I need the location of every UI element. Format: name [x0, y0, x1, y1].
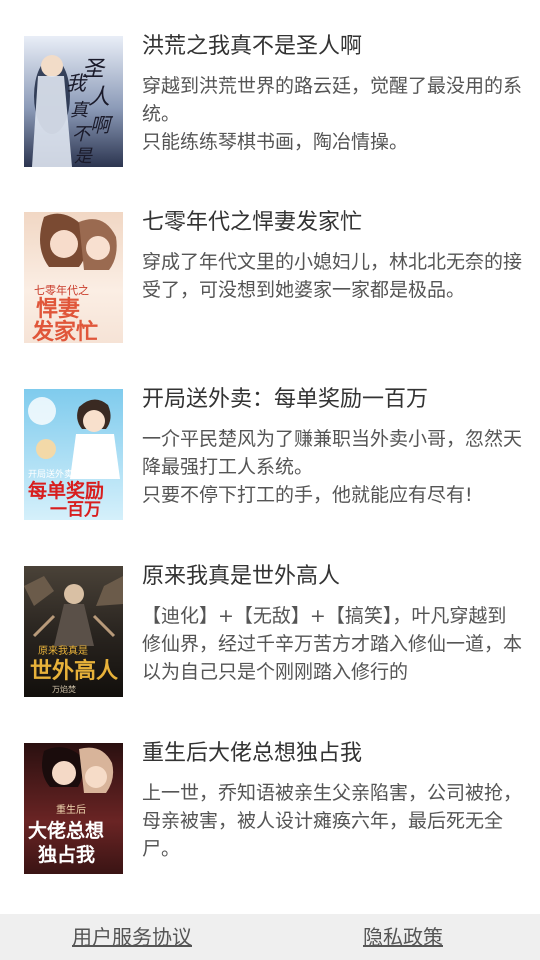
- svg-text:发家忙: 发家忙: [31, 319, 98, 343]
- book-title[interactable]: 重生后大佬总想独占我: [142, 737, 522, 771]
- book-title[interactable]: 原来我真是世外高人: [142, 560, 522, 594]
- privacy-policy-link[interactable]: 隐私政策: [363, 924, 443, 950]
- book-cover-image: 七零年代之 悍妻 发家忙: [24, 212, 123, 343]
- book-item[interactable]: 开局送外卖 每单奖励 一百万 开局送外卖：每单奖励一百万 一介平民楚风为了赚兼职…: [0, 387, 540, 529]
- svg-text:一百万: 一百万: [50, 500, 101, 520]
- svg-text:每单奖励: 每单奖励: [28, 479, 104, 502]
- book-item[interactable]: 七零年代之 悍妻 发家忙 七零年代之悍妻发家忙 穿成了年代文里的小媳妇儿，林北北…: [0, 210, 540, 352]
- book-description: 上一世，乔知语被亲生父亲陷害，公司被抢，母亲被害，被人设计瘫痪六年，最后死无全尸…: [142, 782, 522, 860]
- book-description: 【迪化】+【无敌】+【搞笑】，叶凡穿越到修仙界，经过千辛万苦方才踏入修仙一道，本…: [142, 605, 522, 683]
- book-title[interactable]: 七零年代之悍妻发家忙: [142, 206, 522, 240]
- book-cover-image: 开局送外卖 每单奖励 一百万: [24, 389, 123, 520]
- svg-text:独占我: 独占我: [38, 843, 95, 866]
- book-item[interactable]: 原来我真是 世外高人 万焰焚 原来我真是世外高人 【迪化】+【无敌】+【搞笑】，…: [0, 564, 540, 706]
- footer-bar: 用户服务协议 隐私政策: [0, 914, 540, 960]
- svg-text:七零年代之: 七零年代之: [34, 283, 89, 297]
- svg-text:开局送外卖: 开局送外卖: [28, 468, 73, 480]
- svg-text:我: 我: [66, 71, 88, 95]
- book-title[interactable]: 洪荒之我真不是圣人啊: [142, 30, 522, 64]
- book-cover-image: 原来我真是 世外高人 万焰焚: [24, 566, 123, 697]
- svg-text:大佬总想: 大佬总想: [28, 819, 104, 842]
- svg-text:真: 真: [70, 100, 90, 121]
- book-cover-image: 圣 人 啊 我 真 不 是: [24, 36, 123, 167]
- book-list-page: 圣 人 啊 我 真 不 是 洪荒之我真不是圣人啊 穿越到洪荒世界的路云廷，觉醒了…: [0, 0, 540, 960]
- book-description: 穿越到洪荒世界的路云廷，觉醒了最没用的系统。 只能练练琴棋书画，陶冶情操。: [142, 75, 522, 153]
- svg-text:万焰焚: 万焰焚: [52, 684, 76, 694]
- book-title[interactable]: 开局送外卖：每单奖励一百万: [142, 383, 522, 417]
- svg-text:原来我真是: 原来我真是: [38, 644, 88, 657]
- svg-text:人: 人: [88, 85, 110, 110]
- book-item[interactable]: 圣 人 啊 我 真 不 是 洪荒之我真不是圣人啊 穿越到洪荒世界的路云廷，觉醒了…: [0, 34, 540, 176]
- svg-text:是: 是: [74, 146, 93, 167]
- svg-text:不: 不: [72, 124, 93, 145]
- book-description: 一介平民楚风为了赚兼职当外卖小哥，忽然天降最强打工人系统。 只要不停下打工的手，…: [142, 428, 522, 506]
- book-description: 穿成了年代文里的小媳妇儿，林北北无奈的接受了，可没想到她婆家一家都是极品。: [142, 251, 522, 301]
- book-cover-image: 重生后 大佬总想 独占我: [24, 743, 123, 874]
- book-item[interactable]: 重生后 大佬总想 独占我 重生后大佬总想独占我 上一世，乔知语被亲生父亲陷害，公…: [0, 741, 540, 883]
- user-agreement-link[interactable]: 用户服务协议: [72, 924, 192, 950]
- svg-text:重生后: 重生后: [56, 803, 86, 816]
- svg-text:世外高人: 世外高人: [30, 658, 118, 684]
